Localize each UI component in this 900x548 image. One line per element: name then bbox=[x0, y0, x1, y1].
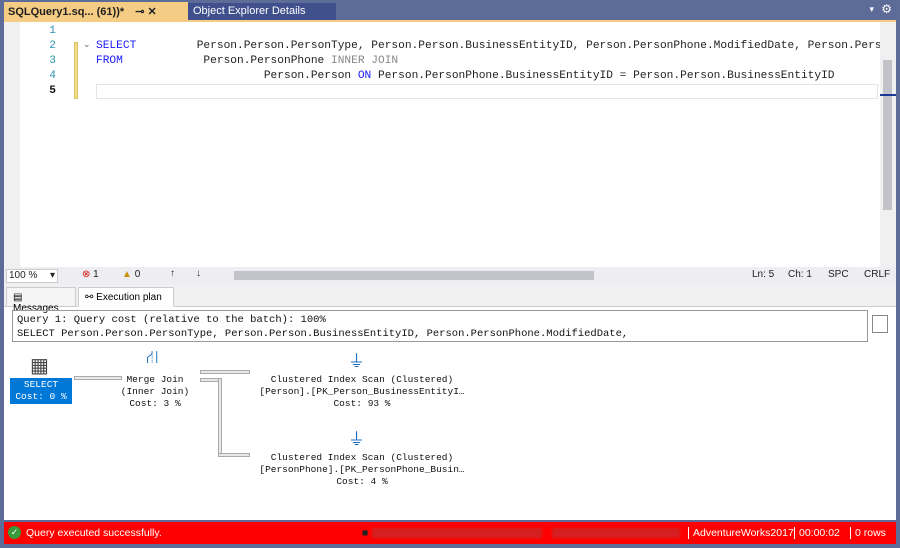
tab-object-explorer-details[interactable]: Object Explorer Details bbox=[188, 3, 336, 20]
collapse-icon[interactable]: ⌄ bbox=[83, 39, 91, 50]
change-indicator bbox=[74, 42, 78, 99]
row-count: 0 rows bbox=[850, 527, 886, 539]
clustered-index-scan-icon: ⏚ bbox=[348, 352, 365, 371]
query-editor[interactable]: 1 2 3 4 5 ⌄ SELECT Person.Person.PersonT… bbox=[4, 20, 896, 267]
select-icon: ▦ bbox=[30, 355, 49, 377]
elapsed-time: 00:00:02 bbox=[794, 527, 840, 539]
zoom-select[interactable]: 100 % ▾ bbox=[6, 269, 58, 283]
column-indicator: Ch: 1 bbox=[788, 269, 812, 280]
tab-execution-plan[interactable]: ⚯ Execution plan bbox=[78, 287, 174, 307]
line-ending-indicator: CRLF bbox=[864, 269, 891, 280]
line-indicator: Ln: 5 bbox=[752, 269, 775, 280]
plan-arrow bbox=[218, 378, 222, 456]
server-name-redacted bbox=[372, 528, 542, 538]
arrow-down-icon[interactable]: ↓ bbox=[196, 268, 201, 279]
close-icon[interactable]: ✕ bbox=[148, 6, 157, 18]
line-number: 2 bbox=[49, 40, 56, 52]
plan-node-scan-person[interactable]: Clustered Index Scan (Clustered) [Person]… bbox=[252, 374, 472, 410]
tab-sqlquery1[interactable]: SQLQuery1.sq... (61))* ⊸ ✕ bbox=[4, 2, 188, 20]
query-status-bar: ✓ Query executed successfully. ■ Adventu… bbox=[4, 522, 896, 544]
line-number: 4 bbox=[49, 70, 56, 82]
caret-marker bbox=[880, 94, 896, 96]
query-cost-text: Query 1: Query cost (relative to the bat… bbox=[12, 310, 868, 342]
plan-node-merge-join[interactable]: Merge Join (Inner Join) Cost: 3 % bbox=[114, 374, 196, 410]
execution-plan-icon: ⚯ bbox=[85, 292, 94, 303]
line-number: 5 bbox=[49, 85, 56, 97]
errors-indicator[interactable]: ⊗ 1 bbox=[82, 269, 99, 280]
status-message: Query executed successfully. bbox=[26, 527, 162, 539]
tab-label: SQLQuery1.sq... (61))* bbox=[8, 6, 125, 18]
scrollbar-thumb[interactable] bbox=[883, 60, 892, 210]
code-line-2: SELECT Person.Person.PersonType, Person.… bbox=[96, 40, 882, 52]
pin-icon[interactable]: ⊸ bbox=[135, 6, 144, 18]
spacing-indicator: SPC bbox=[828, 269, 849, 280]
warnings-indicator[interactable]: ▲ 0 bbox=[122, 269, 140, 280]
minimize-button[interactable] bbox=[872, 315, 888, 333]
plan-arrow bbox=[218, 453, 250, 457]
code-line-4: Person.Person ON Person.PersonPhone.Busi… bbox=[96, 70, 835, 82]
dropdown-icon[interactable]: ▾ bbox=[869, 4, 874, 15]
editor-status-toolbar: 100 % ▾ ⊗ 1 ▲ 0 ↑ ↓ Ln: 5 Ch: 1 SPC CRLF bbox=[4, 267, 896, 285]
plan-node-scan-personphone[interactable]: Clustered Index Scan (Clustered) [PersonP… bbox=[252, 452, 472, 488]
results-pane: ▤ Messages ⚯ Execution plan Query 1: Que… bbox=[4, 285, 896, 520]
vertical-scrollbar[interactable] bbox=[880, 22, 896, 267]
current-line-highlight bbox=[96, 84, 878, 99]
plan-node-select[interactable]: SELECT Cost: 0 % bbox=[10, 378, 72, 404]
arrow-up-icon[interactable]: ↑ bbox=[170, 268, 175, 279]
messages-icon: ▤ bbox=[13, 292, 23, 303]
error-icon: ⊗ bbox=[82, 269, 91, 280]
merge-join-icon: ⛙ bbox=[146, 347, 159, 367]
horizontal-scrollbar[interactable] bbox=[234, 271, 594, 280]
database-name: AdventureWorks2017 bbox=[688, 527, 794, 539]
line-number: 1 bbox=[49, 25, 56, 37]
tab-messages[interactable]: ▤ Messages bbox=[6, 287, 76, 314]
user-name-redacted bbox=[552, 528, 680, 538]
code-line-3: FROM Person.PersonPhone INNER JOIN bbox=[96, 55, 399, 67]
warning-icon: ▲ bbox=[122, 269, 132, 280]
clustered-index-scan-icon: ⏚ bbox=[348, 430, 365, 449]
gear-icon[interactable]: ⚙ bbox=[881, 2, 892, 16]
document-tab-bar: SQLQuery1.sq... (61))* ⊸ ✕ Object Explor… bbox=[0, 0, 900, 20]
plan-arrow bbox=[200, 370, 250, 374]
line-number: 3 bbox=[49, 55, 56, 67]
lock-icon: ■ bbox=[362, 527, 369, 539]
success-icon: ✓ bbox=[8, 526, 21, 539]
